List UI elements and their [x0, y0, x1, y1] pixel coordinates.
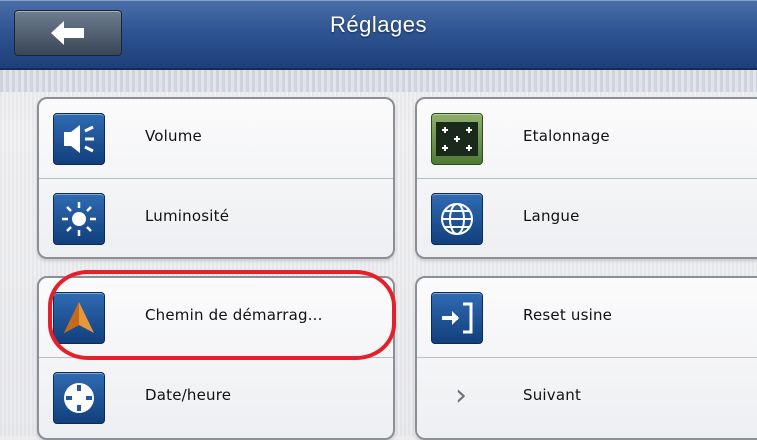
menu-item-volume[interactable]: Volume: [39, 99, 393, 177]
menu-item-label: Luminosité: [145, 207, 230, 225]
speaker-icon: [53, 113, 105, 165]
menu-item-date-heure[interactable]: Date/heure: [39, 357, 393, 436]
header-bar: Réglages: [0, 0, 757, 70]
menu-item-luminosite[interactable]: Luminosité: [39, 178, 393, 257]
sun-icon: [53, 193, 105, 245]
menu-item-chemin-demarrage[interactable]: Chemin de démarrag...: [39, 278, 393, 356]
settings-screen: Réglages Volume Luminosité Etalonnage La…: [0, 0, 757, 440]
calibration-grid-icon: [431, 113, 483, 165]
group-reset-next: Reset usine › Suivant: [415, 276, 757, 440]
menu-item-label: Volume: [145, 127, 202, 145]
navigation-arrow-icon: [53, 292, 105, 344]
exit-door-icon: [431, 292, 483, 344]
menu-item-label: Reset usine: [523, 306, 613, 324]
group-calibration-language: Etalonnage Langue: [415, 97, 757, 259]
menu-item-suivant[interactable]: › Suivant: [417, 357, 757, 436]
menu-item-etalonnage[interactable]: Etalonnage: [417, 99, 757, 177]
group-route-time: Chemin de démarrag... Date/heure: [37, 276, 395, 440]
globe-icon: [431, 193, 483, 245]
menu-item-reset-usine[interactable]: Reset usine: [417, 278, 757, 356]
menu-item-label: Etalonnage: [523, 127, 610, 145]
chevron-right-icon: ›: [455, 378, 467, 413]
group-audio-display: Volume Luminosité: [37, 97, 395, 259]
menu-item-langue[interactable]: Langue: [417, 178, 757, 257]
menu-item-label: Suivant: [523, 386, 582, 404]
page-title: Réglages: [330, 12, 427, 37]
menu-item-label: Date/heure: [145, 386, 232, 404]
menu-item-label: Chemin de démarrag...: [145, 306, 323, 324]
menu-item-label: Langue: [523, 207, 580, 225]
clock-icon: [53, 372, 105, 424]
decorative-strip: [0, 70, 757, 92]
